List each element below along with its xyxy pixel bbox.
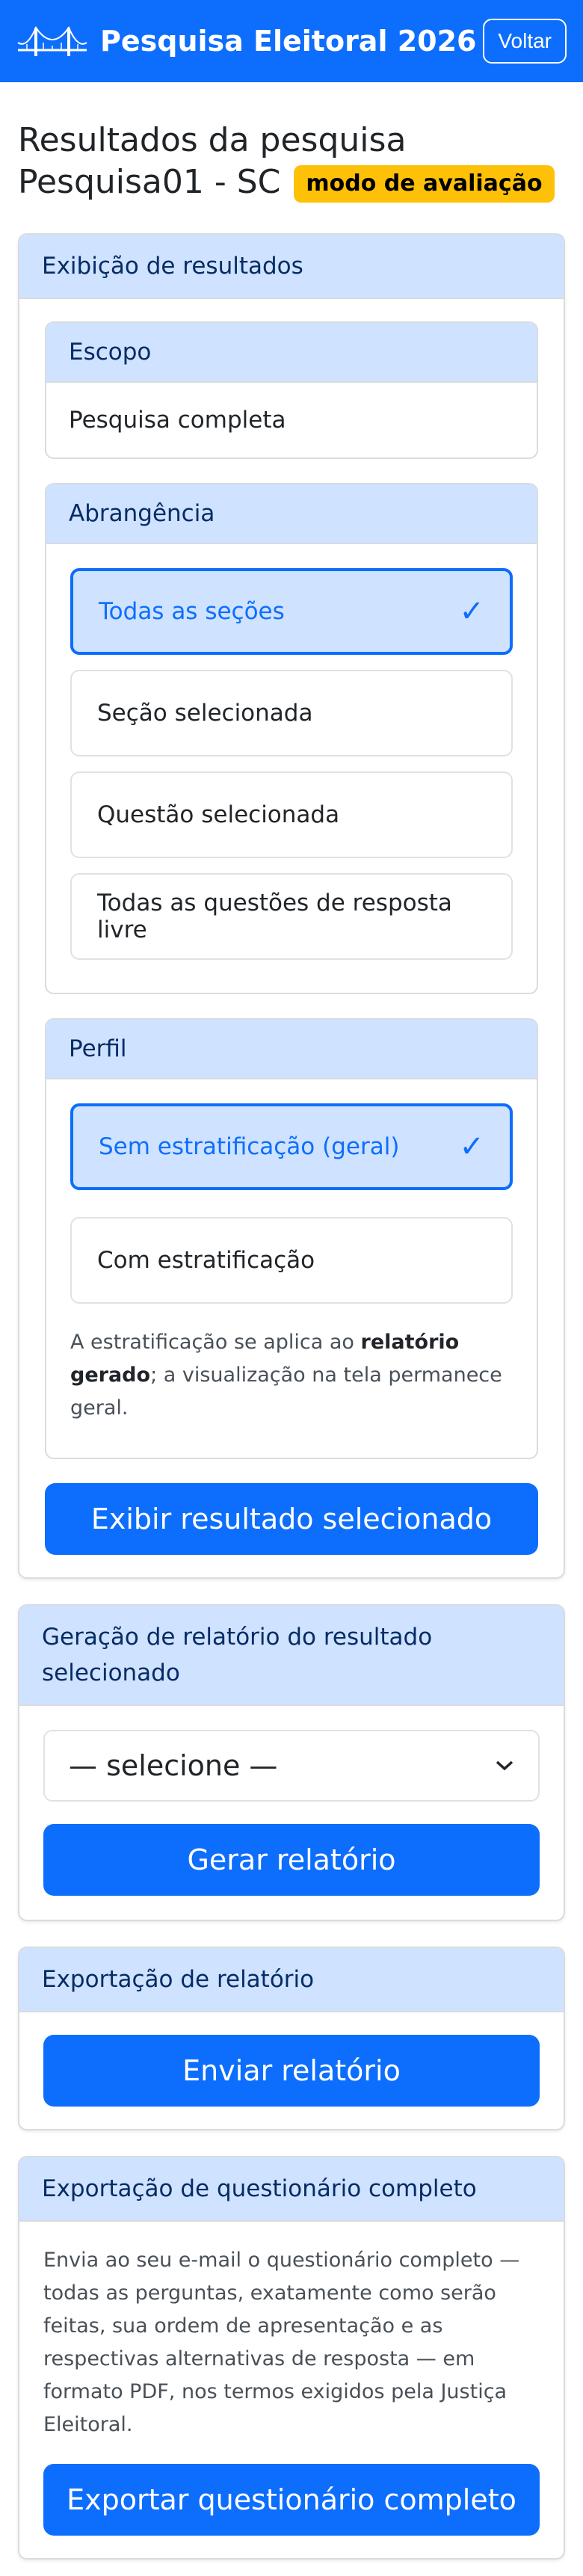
profile-option-no-stratification[interactable]: Sem estratificação (geral) ✓	[70, 1103, 513, 1190]
report-generation-header: Geração de relatório do resultado seleci…	[19, 1606, 564, 1706]
check-icon: ✓	[459, 1130, 484, 1164]
profile-option-stratification[interactable]: Com estratificação	[70, 1217, 513, 1304]
generate-report-button[interactable]: Gerar relatório	[43, 1824, 540, 1896]
export-questionnaire-button[interactable]: Exportar questionário completo	[43, 2464, 540, 2536]
results-display-header: Exibição de resultados	[19, 235, 564, 299]
show-result-button[interactable]: Exibir resultado selecionado	[45, 1483, 538, 1555]
send-report-button[interactable]: Enviar relatório	[43, 2035, 540, 2107]
bridge-icon	[17, 25, 87, 56]
note-prefix: A estratificação se aplica ao	[70, 1331, 361, 1354]
questionnaire-export-description: Envia ao seu e-mail o questionário compl…	[43, 2249, 520, 2436]
report-generation-card: Geração de relatório do resultado seleci…	[18, 1604, 565, 1921]
coverage-option-selected-section[interactable]: Seção selecionada	[70, 670, 513, 757]
report-type-select[interactable]: — selecione —	[43, 1730, 540, 1802]
scope-header: Escopo	[46, 323, 537, 383]
option-label: Todas as seções	[99, 598, 285, 625]
report-export-header: Exportação de relatório	[19, 1948, 564, 2012]
coverage-option-selected-question[interactable]: Questão selecionada	[70, 771, 513, 858]
coverage-option-free-response[interactable]: Todas as questões de resposta livre	[70, 873, 513, 960]
evaluation-mode-badge: modo de avaliação	[294, 165, 555, 203]
coverage-card: Abrangência Todas as seções ✓ Seção sele…	[45, 483, 538, 994]
option-label: Questão selecionada	[97, 801, 340, 828]
select-value: — selecione —	[69, 1749, 278, 1782]
navbar: Pesquisa Eleitoral 2026 Voltar	[0, 0, 583, 82]
option-label: Todas as questões de resposta livre	[97, 890, 452, 943]
coverage-header: Abrangência	[46, 484, 537, 544]
back-button[interactable]: Voltar	[483, 19, 567, 64]
profile-card: Perfil Sem estratificação (geral) ✓ Com …	[45, 1018, 538, 1459]
stratification-note: A estratificação se aplica ao relatório …	[70, 1326, 513, 1425]
profile-header: Perfil	[46, 1020, 537, 1079]
option-label: Sem estratificação (geral)	[99, 1133, 400, 1160]
scope-value: Pesquisa completa	[69, 407, 286, 434]
chevron-down-icon	[496, 1760, 513, 1771]
results-display-card: Exibição de resultados Escopo Pesquisa c…	[18, 233, 565, 1579]
option-label: Com estratificação	[97, 1247, 315, 1274]
page-title: Resultados da pesquisa Pesquisa01 - SC m…	[18, 120, 565, 203]
option-label: Seção selecionada	[97, 700, 313, 727]
report-export-card: Exportação de relatório Enviar relatório	[18, 1947, 565, 2130]
scope-card: Escopo Pesquisa completa	[45, 321, 538, 459]
questionnaire-export-header: Exportação de questionário completo	[19, 2157, 564, 2222]
questionnaire-export-card: Exportação de questionário completo Envi…	[18, 2156, 565, 2560]
app-title: Pesquisa Eleitoral 2026	[100, 25, 477, 58]
check-icon: ✓	[459, 594, 484, 629]
coverage-option-all-sections[interactable]: Todas as seções ✓	[70, 568, 513, 655]
